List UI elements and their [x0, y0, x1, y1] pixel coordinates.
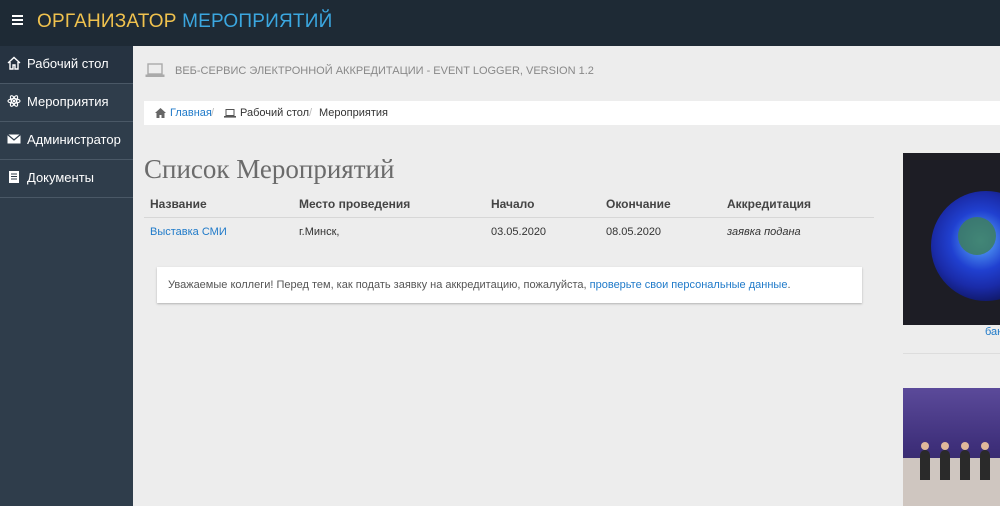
- event-start: 03.05.2020: [491, 226, 547, 238]
- brand-part-2: МЕРОПРИЯТИЙ: [182, 11, 333, 32]
- personal-data-link[interactable]: проверьте свои персональные данные: [590, 279, 788, 291]
- brand-part-1: ОРГАНИЗАТОР: [37, 11, 177, 32]
- photo-person: [941, 442, 949, 450]
- sidebar-item-label: Администратор: [27, 132, 121, 147]
- sidebar-item-admin[interactable]: Администратор: [0, 122, 133, 160]
- photo-person: [921, 442, 929, 450]
- event-end: 08.05.2020: [606, 226, 662, 238]
- event-place: г.Минск,: [299, 226, 340, 238]
- topbar: ОРГАНИЗАТОР МЕРОПРИЯТИЙ: [0, 0, 1000, 46]
- envelope-icon: [7, 134, 21, 144]
- mineral-photo[interactable]: [903, 153, 1000, 325]
- sidebar-item-label: Рабочий стол: [27, 56, 109, 71]
- table-header-row: Название Место проведения Начало Окончан…: [144, 192, 874, 218]
- sidebar-item-label: Документы: [27, 170, 95, 185]
- event-name-cell: Выставка СМИ: [144, 218, 293, 247]
- breadcrumb-home-link[interactable]: Главная: [170, 107, 212, 119]
- column-header-name[interactable]: Название: [144, 192, 293, 218]
- breadcrumb-desk[interactable]: Рабочий стол: [240, 107, 309, 119]
- events-table: Название Место проведения Начало Окончан…: [144, 192, 874, 246]
- breadcrumb-separator: /: [211, 107, 215, 119]
- notice-text: Уважаемые коллеги! Перед тем, как подать…: [168, 279, 791, 291]
- photo-caption-link[interactable]: бан: [985, 326, 1000, 338]
- breadcrumb: Главная / Рабочий стол / Мероприятия: [144, 101, 1000, 125]
- sidebar-item-desktop[interactable]: Рабочий стол: [0, 46, 133, 84]
- home-icon: [7, 56, 21, 70]
- column-header-start[interactable]: Начало: [485, 192, 600, 218]
- accreditation-status: заявка подана: [727, 226, 801, 238]
- column-header-place[interactable]: Место проведения: [293, 192, 485, 218]
- conference-photo[interactable]: [903, 388, 1000, 506]
- sidebar-item-documents[interactable]: Документы: [0, 160, 133, 198]
- table-row: Выставка СМИ г.Минск, 03.05.2020 08.05.2…: [144, 218, 874, 247]
- laptop-icon: [224, 109, 236, 118]
- notice-box: Уважаемые коллеги! Перед тем, как подать…: [157, 267, 862, 303]
- laptop-icon: [145, 63, 165, 77]
- photo-person: [980, 450, 990, 480]
- photo-person: [981, 442, 989, 450]
- sidebar-item-label: Мероприятия: [27, 94, 109, 109]
- breadcrumb-current: Мероприятия: [319, 107, 388, 119]
- photo-person: [940, 450, 950, 480]
- book-icon: [9, 171, 19, 183]
- breadcrumb-separator: /: [309, 107, 313, 119]
- photo-person: [961, 442, 969, 450]
- brand-logo[interactable]: ОРГАНИЗАТОР МЕРОПРИЯТИЙ: [37, 11, 332, 33]
- divider: [903, 353, 1000, 354]
- sidebar: Рабочий стол Мероприятия Администратор Д…: [0, 46, 133, 506]
- menu-icon[interactable]: [12, 15, 23, 29]
- notice-message: Уважаемые коллеги! Перед тем, как подать…: [168, 279, 590, 291]
- notice-suffix: .: [787, 279, 791, 291]
- atom-icon: [7, 95, 21, 107]
- photo-mineral-detail: [958, 217, 996, 255]
- home-icon: [155, 108, 166, 118]
- column-header-accreditation[interactable]: Аккредитация: [721, 192, 874, 218]
- photo-person: [920, 450, 930, 480]
- sidebar-item-events[interactable]: Мероприятия: [0, 84, 133, 122]
- service-title: ВЕБ-СЕРВИС ЭЛЕКТРОННОЙ АККРЕДИТАЦИИ - EV…: [175, 65, 594, 77]
- photo-person: [960, 450, 970, 480]
- event-link[interactable]: Выставка СМИ: [150, 226, 227, 238]
- page-title: Список Мероприятий: [144, 154, 395, 184]
- column-header-end[interactable]: Окончание: [600, 192, 721, 218]
